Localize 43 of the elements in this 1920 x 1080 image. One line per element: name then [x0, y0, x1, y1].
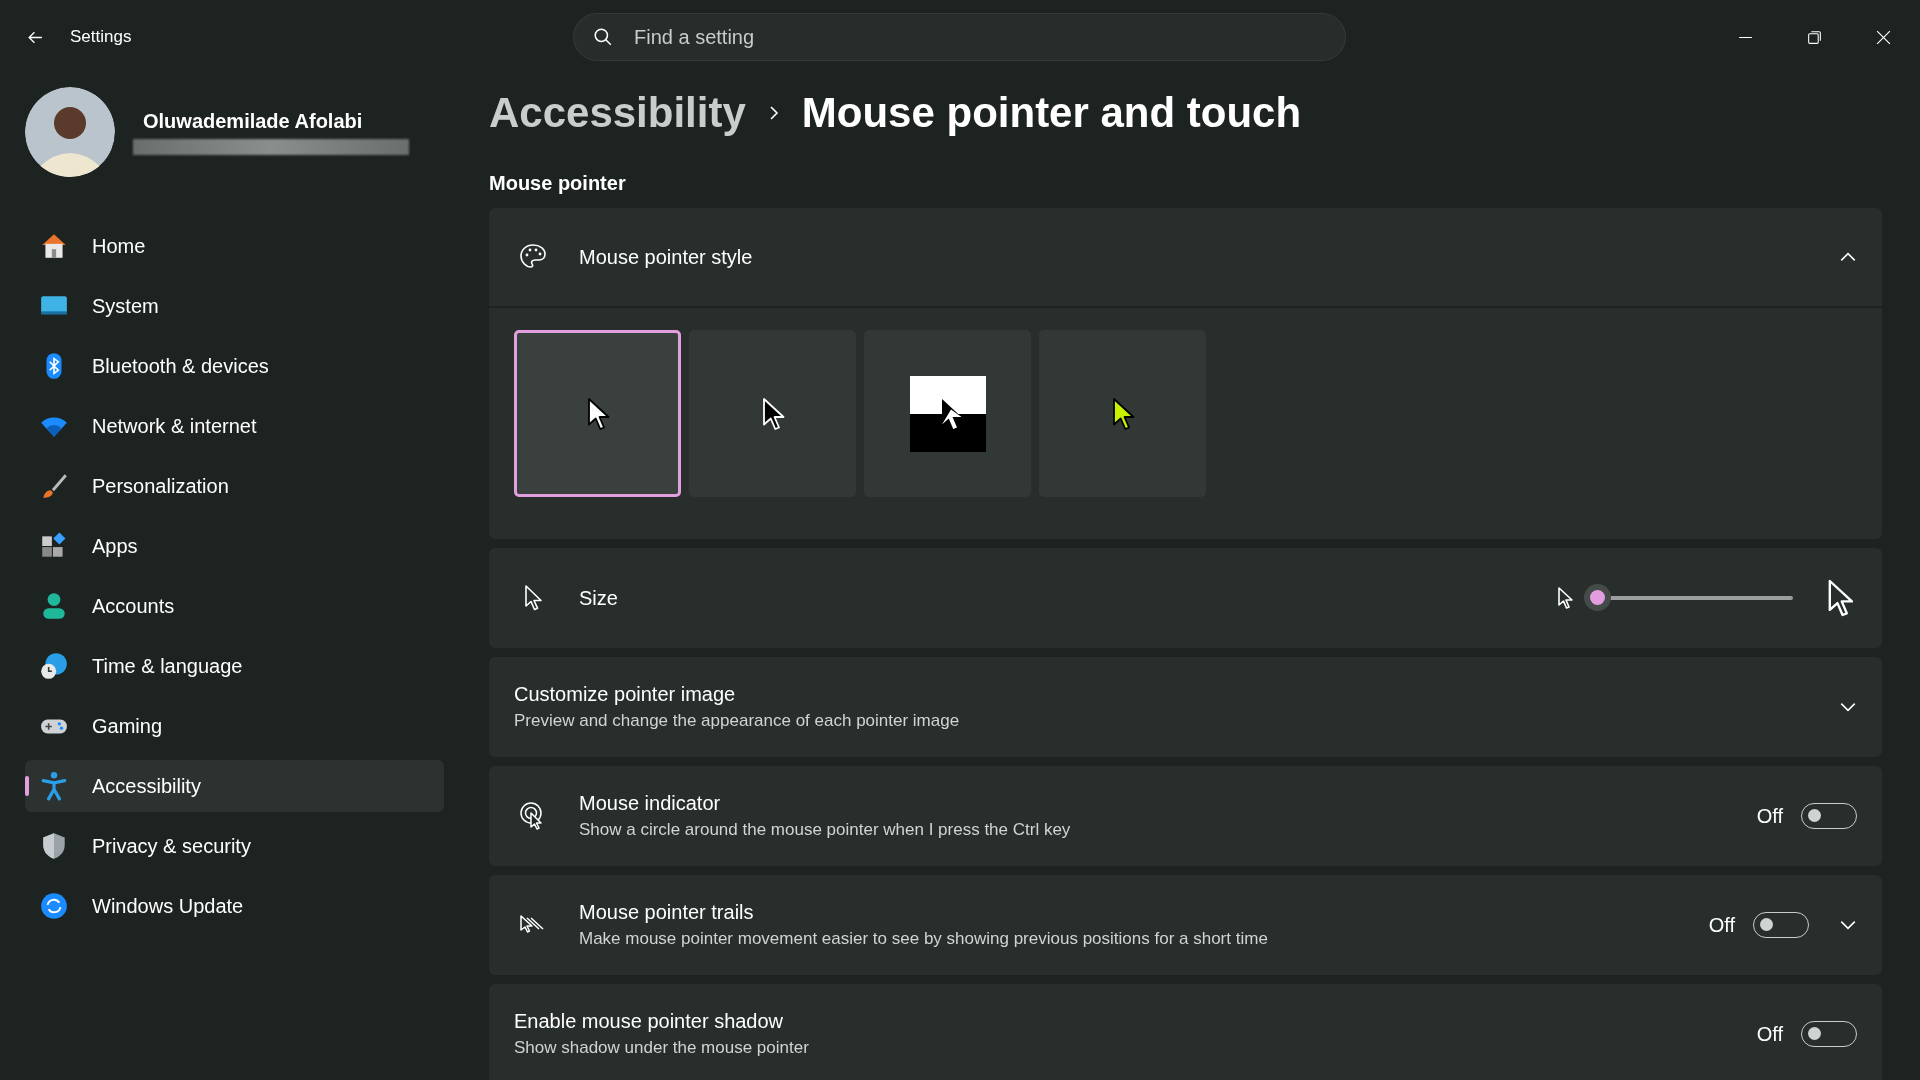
toggle-state-label: Off	[1708, 913, 1735, 937]
page-title: Mouse pointer and touch	[801, 89, 1302, 137]
setting-description: Show a circle around the mouse pointer when I press the Ctrl key	[579, 820, 1072, 840]
sidebar-item[interactable]: Bluetooth & devices	[25, 340, 444, 392]
setting-description: Show shadow under the mouse pointer	[514, 1038, 810, 1058]
pointer-style-option[interactable]	[864, 330, 1031, 497]
search-icon	[593, 27, 613, 47]
expander-header[interactable]: Mouse pointer style	[489, 208, 1882, 308]
sidebar-item[interactable]: Home	[25, 220, 444, 272]
accessibility-icon	[39, 771, 69, 801]
settings-card[interactable]: Customize pointer image Preview and change the appearance of each pointer image	[489, 657, 1882, 757]
inverted-pointer-icon	[909, 375, 986, 452]
sidebar-item[interactable]: Personalization	[25, 460, 444, 512]
setting-description: Preview and change the appearance of each pointer image	[514, 711, 961, 731]
setting-title: Enable mouse pointer shadow	[514, 1010, 785, 1033]
section-heading: Mouse pointer	[489, 172, 627, 195]
search-field[interactable]: Find a setting	[573, 13, 1346, 61]
restore-icon[interactable]	[1806, 28, 1823, 46]
sidebar-item[interactable]: System	[25, 280, 444, 332]
setting-title: Mouse indicator	[579, 792, 722, 815]
sidebar-item[interactable]: Accounts	[25, 580, 444, 632]
small-pointer-icon	[1555, 586, 1575, 610]
sidebar-item[interactable]: Time & language	[25, 640, 444, 692]
sidebar-item[interactable]: Accessibility	[25, 760, 444, 812]
chevron-right-icon	[767, 105, 780, 121]
sidebar-item[interactable]: Network & internet	[25, 400, 444, 452]
toggle-state-label: Off	[1756, 1022, 1783, 1046]
sync-icon	[39, 891, 69, 921]
user-name: Oluwademilade Afolabi	[142, 109, 364, 133]
setting-description: Make mouse pointer movement easier to see by showing previous positions for a short time	[579, 929, 1269, 949]
sidebar-item[interactable]: Gaming	[25, 700, 444, 752]
sidebar-item[interactable]: Privacy & security	[25, 820, 444, 872]
sidebar-item[interactable]: Apps	[25, 520, 444, 572]
close-icon[interactable]	[1875, 28, 1892, 46]
setting-title: Mouse pointer style	[579, 245, 754, 269]
setting-title: Mouse pointer trails	[579, 901, 755, 924]
sidebar-item[interactable]: Windows Update	[25, 880, 444, 932]
setting-title: Customize pointer image	[514, 683, 737, 706]
globe-clock-icon	[39, 651, 69, 681]
breadcrumb-link[interactable]: Accessibility	[489, 89, 746, 137]
window-title: Settings	[70, 27, 132, 47]
setting-title: Size	[579, 586, 619, 610]
toggle-state-label: Off	[1756, 804, 1783, 828]
